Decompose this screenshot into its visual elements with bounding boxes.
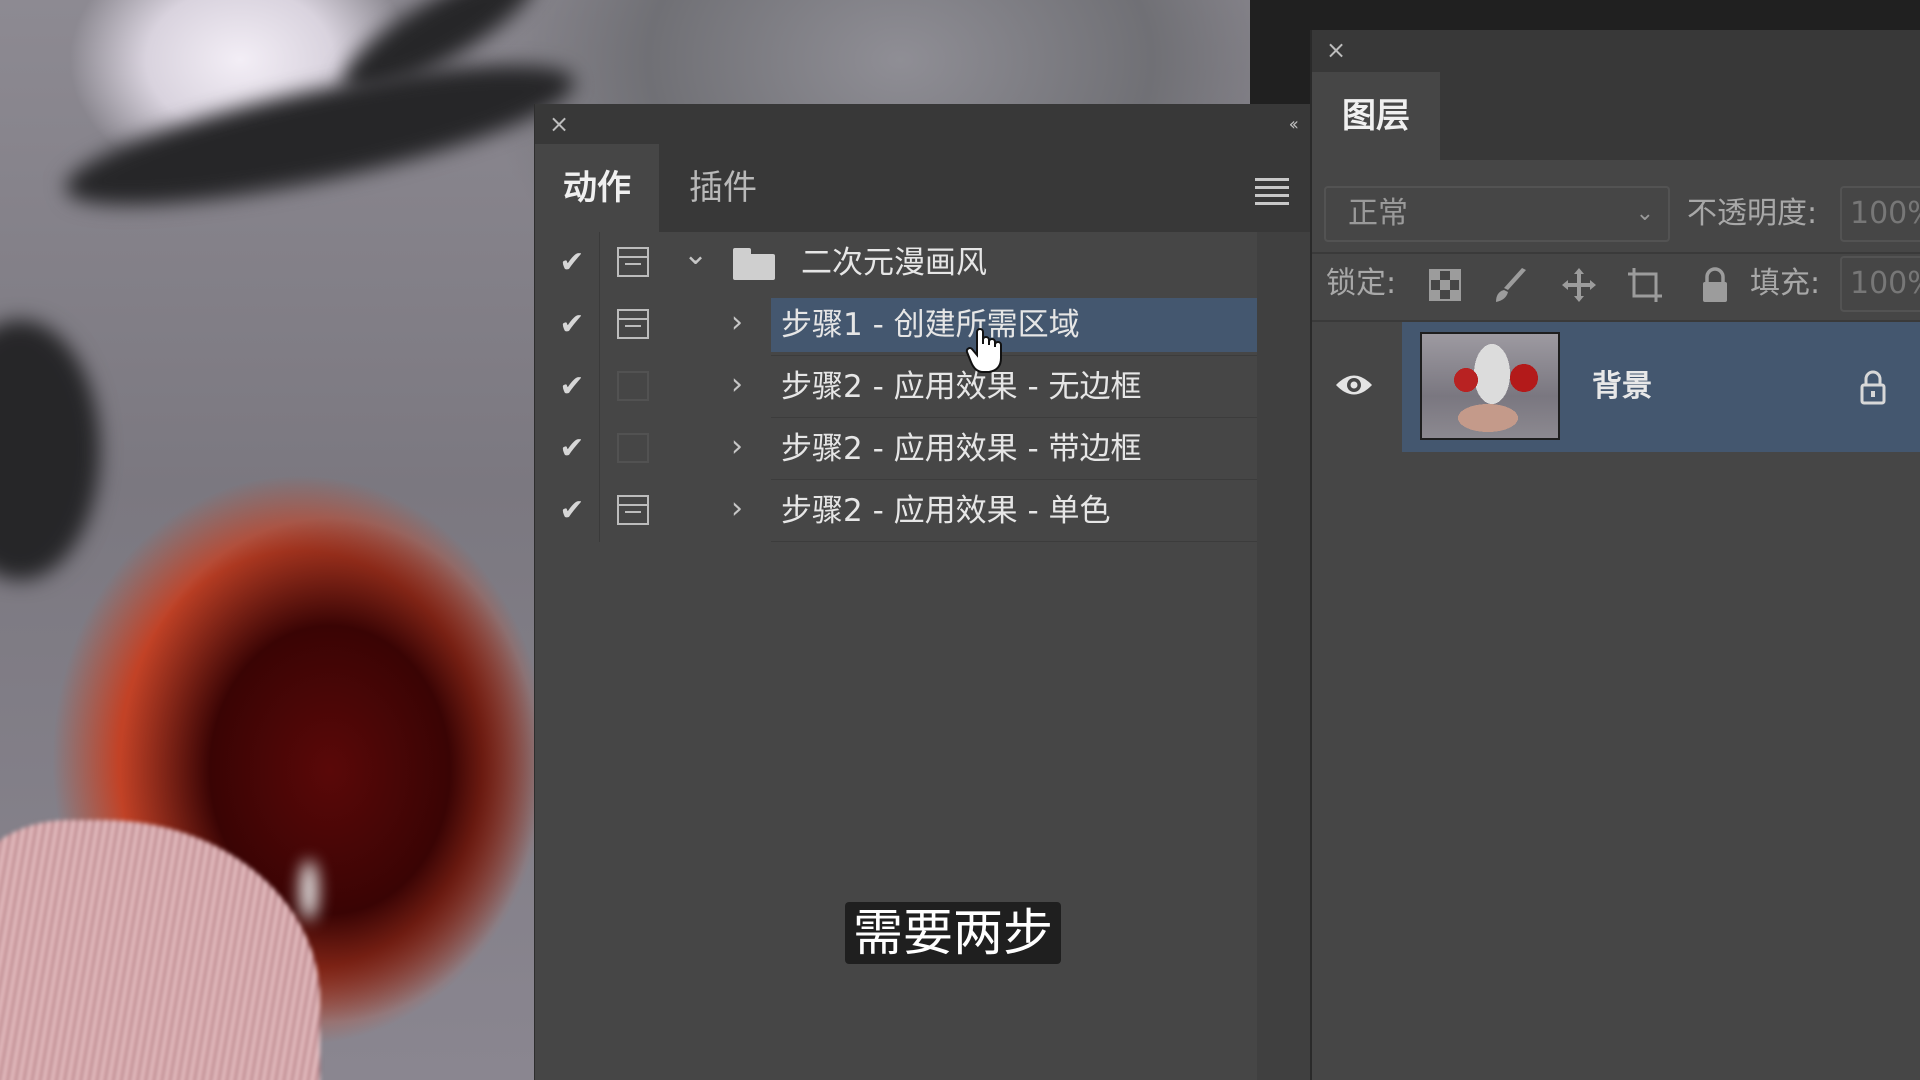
toggle-check-icon[interactable]: ✔ [555, 308, 589, 342]
blend-mode-select[interactable]: 正常 ⌄ [1324, 186, 1670, 242]
layers-panel: × 图层 正常 ⌄ 不透明度: 100% 锁定: 填充: 100% [1310, 30, 1920, 1080]
close-icon[interactable]: × [549, 112, 569, 136]
folder-icon [733, 248, 775, 280]
eye-icon[interactable] [1334, 370, 1374, 400]
dialog-toggle-icon[interactable] [617, 495, 649, 525]
action-set-label: 二次元漫画风 [801, 245, 987, 281]
lock-artboard-crop-icon[interactable] [1626, 266, 1664, 304]
lock-image-pixels-brush-icon[interactable] [1492, 266, 1530, 304]
tab-layers[interactable]: 图层 [1312, 72, 1440, 160]
hand-cursor-icon [965, 328, 1002, 373]
lock-transparent-pixels-icon[interactable] [1426, 266, 1464, 304]
action-row[interactable]: ✔ › 步骤2 - 应用效果 - 单色 [535, 480, 1257, 542]
fill-input[interactable]: 100% [1840, 256, 1920, 312]
action-row[interactable]: ✔ › 步骤1 - 创建所需区域 [535, 294, 1257, 356]
layer-lock-icon [1860, 370, 1886, 405]
blend-mode-value: 正常 [1348, 196, 1408, 231]
layer-row[interactable]: 背景 [1312, 322, 1920, 452]
layers-tabbar: 图层 [1312, 72, 1920, 160]
toggle-check-icon[interactable]: ✔ [555, 432, 589, 466]
lock-position-move-icon[interactable] [1560, 266, 1598, 304]
action-label: 步骤2 - 应用效果 - 单色 [781, 493, 1111, 529]
layer-thumbnail[interactable] [1420, 332, 1560, 440]
action-label: 步骤2 - 应用效果 - 带边框 [781, 431, 1142, 467]
chevron-right-icon[interactable]: › [731, 430, 743, 464]
chevron-down-icon[interactable]: ⌄ [683, 238, 708, 272]
layer-name[interactable]: 背景 [1592, 322, 1652, 452]
opacity-input[interactable]: 100% [1840, 186, 1920, 242]
toggle-check-icon[interactable]: ✔ [555, 494, 589, 528]
panel-menu-icon[interactable] [1255, 178, 1289, 210]
opacity-label: 不透明度: [1687, 196, 1818, 231]
actions-tabbar: 动作 插件 [535, 144, 1311, 232]
layers-panel-titlebar: × [1312, 30, 1920, 72]
action-list: ✔ ⌄ 二次元漫画风 ✔ › 步骤1 - 创建所需区域 ✔ › 步骤2 - 应用… [535, 232, 1257, 542]
chevron-down-icon: ⌄ [1635, 201, 1654, 226]
chevron-right-icon[interactable]: › [731, 368, 743, 402]
dialog-toggle-icon[interactable] [617, 433, 649, 463]
chevron-right-icon[interactable]: › [731, 492, 743, 526]
video-subtitle: 需要两步 [845, 902, 1061, 964]
toggle-check-icon[interactable]: ✔ [555, 370, 589, 404]
action-row[interactable]: ✔ › 步骤2 - 应用效果 - 无边框 [535, 356, 1257, 418]
lock-label: 锁定: [1326, 266, 1397, 301]
action-list-scrollbar[interactable] [1257, 232, 1311, 1080]
dialog-toggle-icon[interactable] [617, 247, 649, 277]
action-row[interactable]: ✔ › 步骤2 - 应用效果 - 带边框 [535, 418, 1257, 480]
tab-actions[interactable]: 动作 [535, 144, 659, 232]
collapse-panel-icon[interactable]: ‹‹ [1289, 114, 1300, 135]
action-label: 步骤2 - 应用效果 - 无边框 [781, 369, 1142, 405]
lock-all-icon[interactable] [1696, 266, 1734, 304]
action-set-row[interactable]: ✔ ⌄ 二次元漫画风 [535, 232, 1257, 294]
chevron-right-icon[interactable]: › [731, 306, 743, 340]
dialog-toggle-icon[interactable] [617, 371, 649, 401]
tab-plugins[interactable]: 插件 [661, 144, 785, 232]
layer-visibility-toggle[interactable] [1312, 322, 1400, 452]
action-label: 步骤1 - 创建所需区域 [781, 307, 1080, 343]
actions-panel-titlebar: × ‹‹ [535, 104, 1311, 144]
fill-label: 填充: [1750, 266, 1821, 301]
dialog-toggle-icon[interactable] [617, 309, 649, 339]
toggle-check-icon[interactable]: ✔ [555, 246, 589, 280]
close-icon[interactable]: × [1326, 38, 1346, 62]
